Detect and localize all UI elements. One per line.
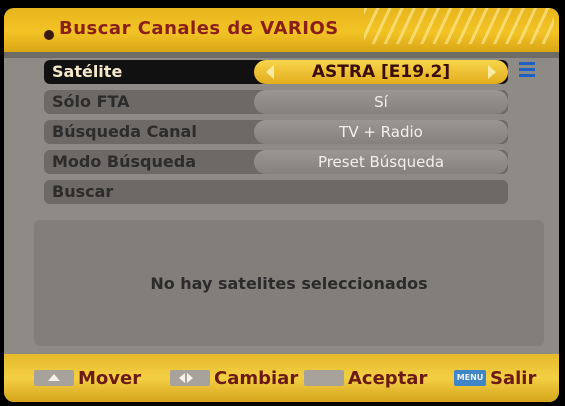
hint-accept-label: Aceptar bbox=[348, 367, 428, 389]
row-label: Sólo FTA bbox=[52, 92, 130, 111]
menu-key-icon: MENU bbox=[454, 370, 486, 386]
row-label: Satélite bbox=[52, 62, 123, 81]
header-divider bbox=[4, 52, 559, 58]
page-title: Buscar Canales de VARIOS bbox=[59, 18, 339, 39]
channel-search-value[interactable]: TV + Radio bbox=[254, 120, 508, 144]
hint-move: Mover bbox=[34, 367, 142, 389]
hint-change: Cambiar bbox=[170, 367, 299, 389]
menu-header: Buscar Canales de VARIOS bbox=[4, 8, 559, 52]
message-panel: No hay satelites seleccionados bbox=[34, 220, 544, 346]
arrow-left-icon[interactable] bbox=[266, 65, 274, 79]
bullet-icon bbox=[44, 30, 54, 40]
help-bar: Mover Cambiar Aceptar MENU Salir bbox=[4, 354, 559, 402]
row-channel-search[interactable]: Búsqueda Canal TV + Radio bbox=[44, 120, 508, 144]
up-down-key-icon bbox=[34, 370, 74, 386]
satellite-value: ASTRA [E19.2] bbox=[311, 62, 451, 82]
fta-value[interactable]: Sí bbox=[254, 90, 508, 114]
left-right-key-icon bbox=[170, 370, 210, 386]
hint-change-label: Cambiar bbox=[214, 367, 299, 389]
row-search-mode[interactable]: Modo Búsqueda Preset Búsqueda bbox=[44, 150, 508, 174]
hint-move-label: Mover bbox=[78, 367, 142, 389]
row-label: Modo Búsqueda bbox=[52, 152, 196, 171]
status-message: No hay satelites seleccionados bbox=[150, 274, 428, 293]
search-mode-value[interactable]: Preset Búsqueda bbox=[254, 150, 508, 174]
row-satellite[interactable]: Satélite ASTRA [E19.2] bbox=[44, 60, 508, 84]
row-search-button[interactable]: Buscar bbox=[44, 180, 508, 204]
header-decoration bbox=[364, 8, 554, 44]
hint-exit-label: Salir bbox=[490, 367, 537, 389]
row-label: Búsqueda Canal bbox=[52, 122, 197, 141]
hint-exit: MENU Salir bbox=[454, 367, 537, 389]
arrow-right-icon[interactable] bbox=[488, 65, 496, 79]
row-fta-only[interactable]: Sólo FTA Sí bbox=[44, 90, 508, 114]
hint-accept: Aceptar bbox=[304, 367, 428, 389]
ok-key-icon bbox=[304, 370, 344, 386]
search-button-label: Buscar bbox=[52, 182, 114, 201]
list-scroll-icon bbox=[519, 62, 535, 78]
tv-menu-screen: Buscar Canales de VARIOS Satélite ASTRA … bbox=[4, 8, 559, 402]
satellite-selector[interactable]: ASTRA [E19.2] bbox=[254, 60, 508, 84]
